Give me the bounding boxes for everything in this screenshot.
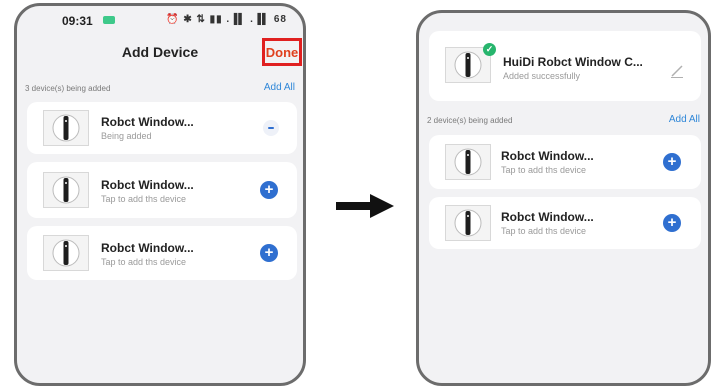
add-device-button[interactable]: + [663, 153, 681, 171]
device-card[interactable]: Robct Window... Being added [27, 102, 297, 154]
add-device-button[interactable]: + [663, 214, 681, 232]
add-device-button[interactable]: + [260, 181, 278, 199]
page-title: Add Device [121, 44, 199, 60]
device-status: Tap to add ths device [501, 165, 587, 175]
device-thumbnail [445, 205, 491, 241]
section-label: 3 device(s) being added [25, 84, 111, 93]
device-status: Added successfully [503, 71, 581, 81]
device-name: HuiDi Robct Window C... [503, 55, 643, 69]
device-name: Robct Window... [501, 149, 594, 163]
device-name: Robct Window... [101, 241, 194, 255]
notification-icon [103, 16, 115, 24]
arrow-right-icon [336, 194, 394, 218]
status-time: 09:31 [62, 14, 93, 28]
add-device-button[interactable]: + [260, 244, 278, 262]
loading-icon [263, 120, 279, 136]
phone-screen-after: ✓ HuiDi Robct Window C... Added successf… [416, 10, 711, 386]
section-header: 3 device(s) being added Add All [17, 81, 303, 97]
add-all-button[interactable]: Add All [264, 82, 295, 93]
device-thumbnail [43, 235, 89, 271]
device-thumbnail [43, 172, 89, 208]
section-header: 2 device(s) being added Add All [419, 113, 708, 129]
status-icons: ⏰ ✱ ⇅ ▮▮ .▐▌ .▐▌ 68 [166, 14, 287, 25]
device-name: Robct Window... [501, 210, 594, 224]
robot-window-cleaner-icon [454, 209, 482, 237]
status-bar: 09:31 ⏰ ✱ ⇅ ▮▮ .▐▌ .▐▌ 68 [17, 6, 303, 36]
robot-window-cleaner-icon [52, 239, 80, 267]
added-device-card[interactable]: ✓ HuiDi Robct Window C... Added successf… [429, 31, 701, 101]
device-name: Robct Window... [101, 115, 194, 129]
device-card[interactable]: Robct Window... Tap to add ths device + [429, 135, 701, 189]
add-all-button[interactable]: Add All [669, 114, 700, 125]
device-status: Tap to add ths device [101, 194, 187, 204]
device-status: Being added [101, 131, 152, 141]
device-card[interactable]: Robct Window... Tap to add ths device + [27, 162, 297, 218]
edit-icon[interactable] [669, 63, 685, 79]
done-button[interactable]: Done [262, 38, 302, 66]
device-thumbnail [445, 144, 491, 180]
phone-screen-before: 09:31 ⏰ ✱ ⇅ ▮▮ .▐▌ .▐▌ 68 Add Device Don… [14, 3, 306, 386]
robot-window-cleaner-icon [52, 176, 80, 204]
device-name: Robct Window... [101, 178, 194, 192]
section-label: 2 device(s) being added [427, 116, 513, 125]
success-check-icon: ✓ [483, 43, 496, 56]
device-thumbnail [43, 110, 89, 146]
device-status: Tap to add ths device [501, 226, 587, 236]
device-card[interactable]: Robct Window... Tap to add ths device + [27, 226, 297, 280]
device-card[interactable]: Robct Window... Tap to add ths device + [429, 197, 701, 249]
device-status: Tap to add ths device [101, 257, 187, 267]
robot-window-cleaner-icon [454, 148, 482, 176]
robot-window-cleaner-icon [454, 51, 482, 79]
robot-window-cleaner-icon [52, 114, 80, 142]
